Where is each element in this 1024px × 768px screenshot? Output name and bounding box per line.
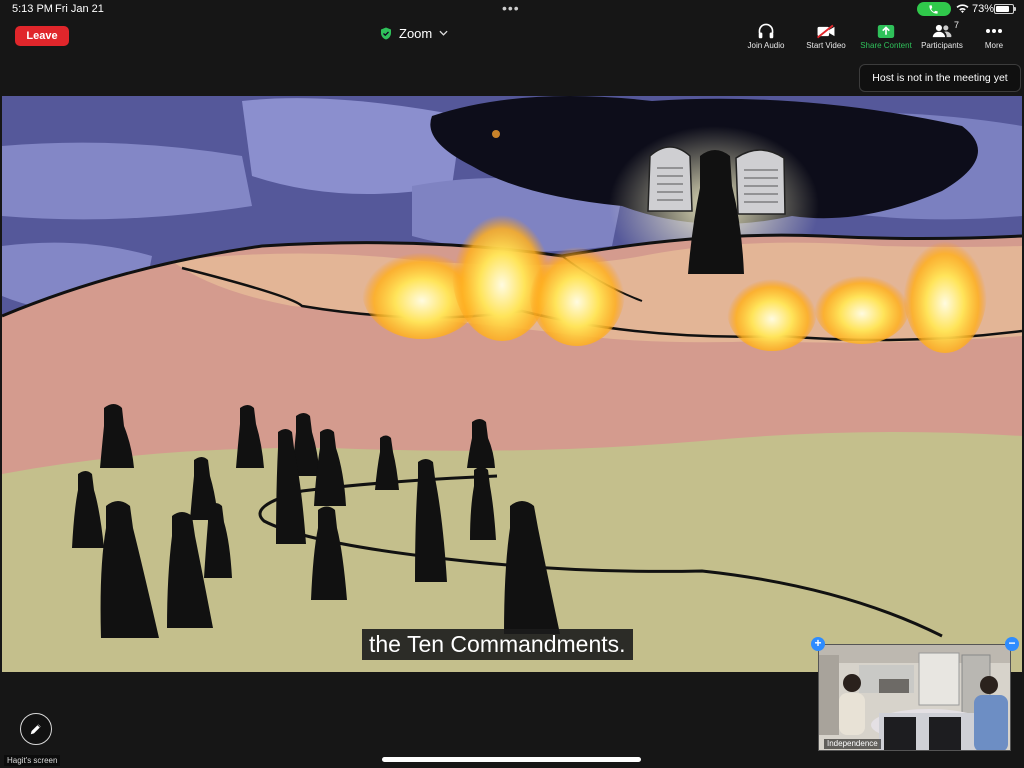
status-bar: 5:13 PM Fri Jan 21 ••• 73%	[0, 0, 1024, 18]
status-time: 5:13 PM	[12, 3, 53, 15]
host-status-tooltip: Host is not in the meeting yet	[859, 64, 1021, 92]
multitask-dots-icon[interactable]: •••	[502, 0, 520, 16]
shared-illustration	[2, 96, 1022, 672]
battery-icon	[994, 4, 1016, 14]
annotate-button[interactable]	[20, 713, 52, 745]
chevron-down-icon	[439, 30, 448, 36]
home-indicator[interactable]	[382, 757, 641, 762]
call-indicator[interactable]	[917, 2, 951, 16]
leave-button[interactable]: Leave	[15, 26, 69, 46]
participants-count-badge: 7	[954, 20, 960, 30]
more-button[interactable]: More	[962, 22, 1024, 52]
battery-percent: 73%	[972, 3, 995, 15]
participant-video	[819, 645, 1010, 750]
more-icon	[986, 29, 1002, 33]
status-date: Fri Jan 21	[55, 3, 104, 15]
minimize-thumbnail-button[interactable]: −	[1005, 637, 1019, 651]
video-off-icon	[816, 24, 835, 38]
pencil-icon	[30, 724, 41, 735]
app-title: Zoom	[399, 25, 433, 41]
shared-screen[interactable]: bim bam	[2, 96, 1022, 672]
participant-thumbnail[interactable]	[818, 644, 1011, 751]
share-icon	[877, 24, 895, 38]
wifi-icon	[956, 4, 969, 13]
expand-thumbnail-button[interactable]: +	[811, 637, 825, 651]
headphones-icon	[758, 23, 774, 39]
subtitle-caption: the Ten Commandments.	[362, 629, 633, 660]
sharer-label: Hagit's screen	[4, 755, 61, 766]
more-label: More	[984, 41, 1004, 50]
participant-name: Independence	[824, 739, 881, 749]
shield-check-icon	[381, 27, 391, 39]
phone-icon	[929, 5, 938, 14]
participants-icon	[932, 24, 952, 38]
meeting-title-dropdown[interactable]: Zoom	[380, 24, 448, 42]
